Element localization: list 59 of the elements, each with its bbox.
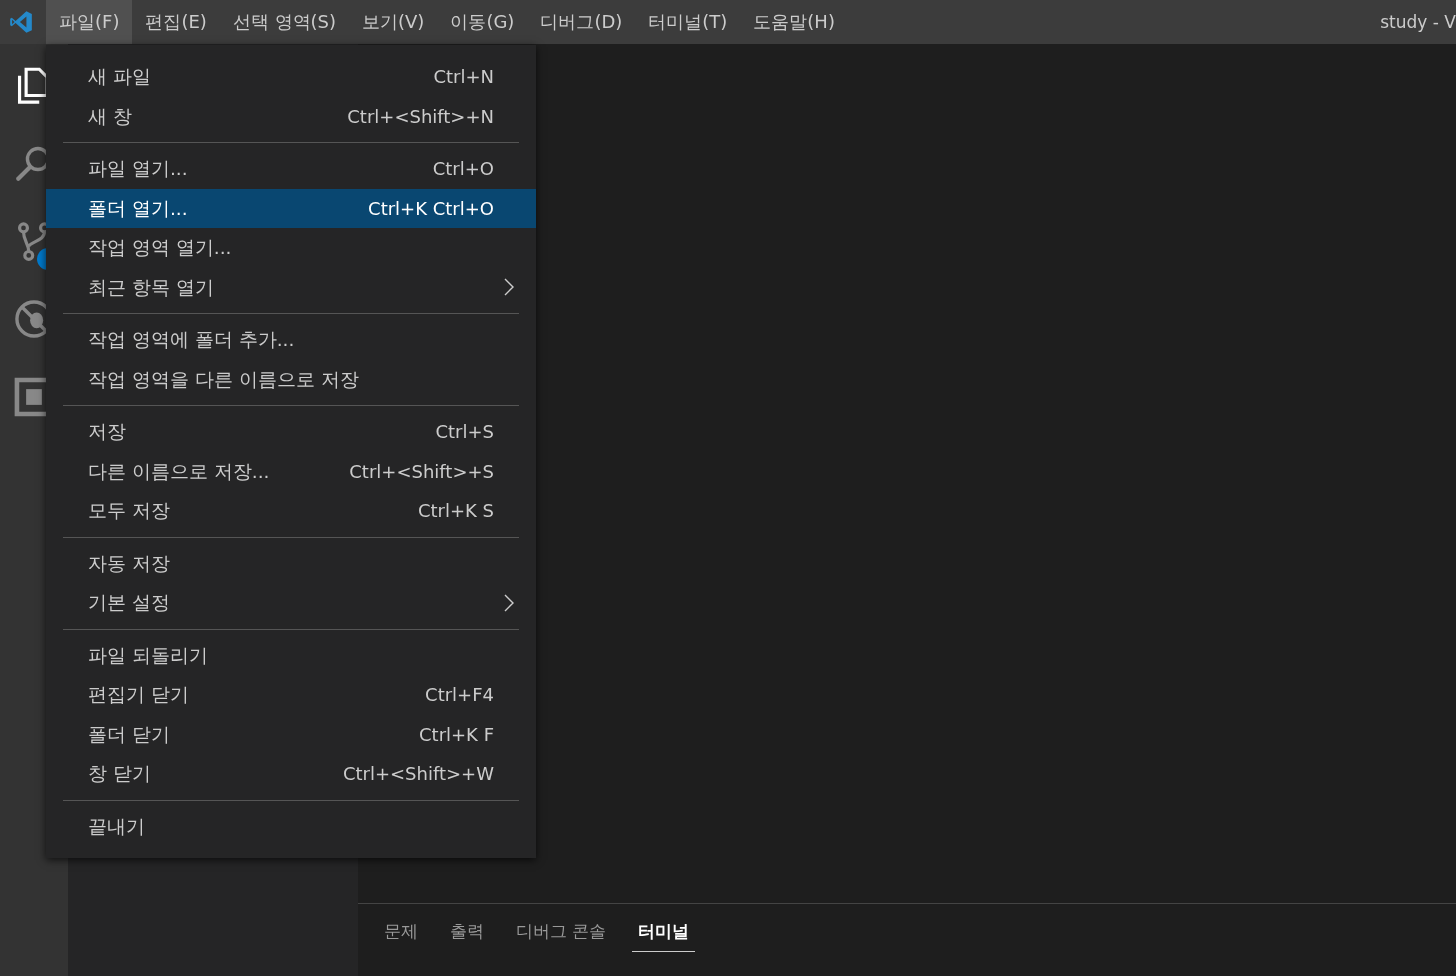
menu-item-label: 작업 영역을 다른 이름으로 저장 [88, 367, 359, 392]
menu-item-label: 작업 영역 열기... [88, 236, 232, 261]
menu-item[interactable]: 새 창 Ctrl+<Shift>+N [46, 96, 536, 136]
keyboard-shortcut: Ctrl+K F [419, 723, 494, 745]
menu-item-label: 폴더 닫기 [88, 722, 170, 747]
menu-bar-item[interactable]: 터미널(T) [635, 0, 741, 44]
menu-item[interactable]: 작업 영역에 폴더 추가... [46, 320, 536, 360]
menu-item[interactable]: 작업 영역 열기... [46, 228, 536, 268]
keyboard-shortcut: Ctrl+K S [417, 500, 494, 522]
menu-item-label: 작업 영역에 폴더 추가... [88, 328, 295, 353]
menu-bar-item[interactable]: 보기(V) [349, 0, 438, 44]
keyboard-shortcut: Ctrl+O [432, 158, 494, 180]
menu-item-label: 파일 열기... [88, 157, 188, 182]
keyboard-shortcut: Ctrl+F4 [425, 684, 494, 706]
menu-item-label: 새 파일 [88, 65, 151, 90]
menu-item-label: 모두 저장 [88, 499, 170, 524]
keyboard-shortcut: Ctrl+N [433, 66, 494, 88]
menu-item[interactable]: 저장 Ctrl+S [46, 412, 536, 452]
menu-item-label: 자동 저장 [88, 551, 170, 576]
menu-bar-item[interactable]: 이동(G) [437, 0, 528, 44]
keyboard-shortcut: Ctrl+K Ctrl+O [368, 197, 494, 219]
menu-item-label: 편집기 닫기 [88, 683, 189, 708]
menu-item[interactable]: 폴더 닫기 Ctrl+K F [46, 714, 536, 754]
menu-bar-item[interactable]: 디버그(D) [527, 0, 636, 44]
menu-item[interactable]: 자동 저장 [46, 543, 536, 583]
menu-bar-item[interactable]: 편집(E) [132, 0, 220, 44]
menu-item[interactable]: 모두 저장 Ctrl+K S [46, 491, 536, 531]
menu-item[interactable]: 작업 영역을 다른 이름으로 저장 [46, 359, 536, 399]
menu-item[interactable]: 끝내기 [46, 806, 536, 846]
menu-item-label: 폴더 열기... [88, 196, 188, 221]
menu-bar-item[interactable]: 파일(F) [46, 0, 133, 44]
keyboard-shortcut: Ctrl+<Shift>+W [342, 763, 494, 785]
menu-item-label: 다른 이름으로 저장... [88, 459, 270, 484]
menu-item[interactable]: 다른 이름으로 저장... Ctrl+<Shift>+S [46, 451, 536, 491]
menu-item-label: 끝내기 [88, 814, 145, 839]
menu-item-label: 파일 되돌리기 [88, 643, 208, 668]
menu-item-label: 최근 항목 열기 [88, 275, 214, 300]
menu-item[interactable]: 최근 항목 열기 [46, 267, 536, 307]
menu-item[interactable]: 창 닫기 Ctrl+<Shift>+W [46, 754, 536, 794]
window-title: study - V [1380, 12, 1456, 32]
menu-item[interactable]: 새 파일 Ctrl+N [46, 57, 536, 97]
menu-item-label: 기본 설정 [88, 591, 170, 616]
menu-item-label: 창 닫기 [88, 762, 151, 787]
panel-tab[interactable]: 디버그 콘솔 [510, 916, 613, 952]
menu-item[interactable]: 편집기 닫기 Ctrl+F4 [46, 675, 536, 715]
menu-item-label: 저장 [88, 420, 126, 445]
panel-tab[interactable]: 문제 [378, 916, 424, 952]
keyboard-shortcut: Ctrl+<Shift>+S [349, 460, 494, 482]
keyboard-shortcut: Ctrl+S [435, 421, 494, 443]
menu-item-label: 새 창 [88, 104, 132, 129]
keyboard-shortcut: Ctrl+<Shift>+N [347, 105, 494, 127]
menu-item[interactable]: 기본 설정 [46, 583, 536, 623]
menu-item[interactable]: 파일 되돌리기 [46, 635, 536, 675]
menu-bar-item[interactable]: 도움말(H) [740, 0, 848, 44]
panel-tab[interactable]: 출력 [444, 916, 490, 952]
menu-item[interactable]: 폴더 열기... Ctrl+K Ctrl+O [46, 188, 536, 228]
menu-item[interactable]: 파일 열기... Ctrl+O [46, 149, 536, 189]
panel-tab[interactable]: 터미널 [632, 916, 696, 952]
menu-bar-item[interactable]: 선택 영역(S) [219, 0, 350, 44]
